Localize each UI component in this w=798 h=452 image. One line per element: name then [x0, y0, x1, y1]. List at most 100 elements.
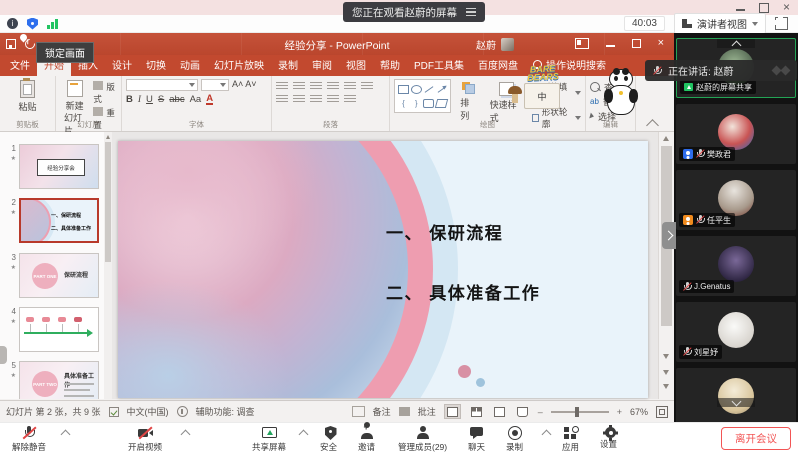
line-shape-icon[interactable]: [425, 86, 434, 93]
strikethrough-button[interactable]: S: [158, 94, 164, 105]
slide-2-thumbnail-selected[interactable]: 一、保研流程 二、具体准备工作: [19, 198, 99, 243]
font-size-combobox[interactable]: [201, 79, 229, 91]
meeting-security-shield-icon[interactable]: [27, 18, 38, 30]
start-video-button[interactable]: 开启视频: [128, 426, 162, 452]
reading-view-button[interactable]: [492, 405, 507, 418]
accessibility-status[interactable]: 辅助功能: 调查: [196, 405, 255, 418]
zoom-level[interactable]: 67%: [630, 407, 648, 417]
leave-meeting-button[interactable]: 离开会议: [721, 427, 791, 450]
bold-button[interactable]: B: [126, 94, 133, 105]
tab-transitions[interactable]: 切换: [139, 53, 173, 76]
slideshow-view-button[interactable]: [515, 405, 530, 418]
slide-5-thumbnail[interactable]: PART TWO 具体准备工作: [19, 361, 99, 399]
rectangle-shape-icon[interactable]: [398, 85, 409, 94]
participant-tile[interactable]: [676, 368, 796, 422]
clear-format-button[interactable]: abc: [169, 94, 184, 105]
scroll-up-icon[interactable]: [663, 136, 669, 141]
shape-gallery[interactable]: { }: [394, 79, 451, 113]
zoom-slider-knob[interactable]: [575, 407, 579, 417]
video-options-chevron[interactable]: [181, 430, 191, 440]
arrow-shape-icon[interactable]: [437, 86, 446, 93]
thumbnail-row-5[interactable]: 5★ PART TWO 具体准备工作: [4, 361, 99, 399]
scroll-up-icon[interactable]: [106, 135, 110, 139]
font-name-combobox[interactable]: [126, 79, 198, 91]
ppt-maximize-icon[interactable]: [632, 39, 641, 48]
normal-view-button[interactable]: [444, 404, 461, 419]
thumbnail-row-2[interactable]: 2★ 一、保研流程 二、具体准备工作: [4, 198, 99, 243]
parallelogram-shape-icon[interactable]: [435, 99, 448, 108]
rounded-rect-shape-icon[interactable]: [423, 99, 434, 108]
toast-menu-icon[interactable]: [466, 8, 476, 16]
slide-1-thumbnail[interactable]: 经验分享会: [19, 144, 99, 189]
pane-splitter-handle[interactable]: [0, 346, 7, 364]
tab-view[interactable]: 视图: [339, 53, 373, 76]
grow-shrink-font-buttons[interactable]: A˄ A˅: [232, 79, 257, 91]
fit-to-window-icon[interactable]: [656, 406, 668, 418]
align-center-icon[interactable]: [293, 95, 305, 104]
tab-slideshow[interactable]: 幻灯片放映: [207, 53, 271, 76]
underline-button[interactable]: U: [146, 94, 153, 105]
unmute-button[interactable]: 解除静音: [12, 426, 46, 452]
slide-sorter-view-button[interactable]: [469, 405, 484, 418]
align-right-icon[interactable]: [310, 95, 322, 104]
participant-tile[interactable]: J.Genatus: [676, 236, 796, 296]
invite-button[interactable]: 邀请: [358, 426, 375, 452]
ppt-close-icon[interactable]: ×: [658, 37, 664, 49]
arrange-button[interactable]: 排列: [456, 79, 480, 123]
scroll-down-icon[interactable]: [663, 354, 669, 359]
zoom-slider[interactable]: [551, 411, 609, 413]
minimize-icon[interactable]: [736, 9, 745, 11]
tab-baidu-netdisk[interactable]: 百度网盘: [471, 53, 525, 76]
record-button[interactable]: 录制: [506, 426, 523, 452]
tab-help[interactable]: 帮助: [373, 53, 407, 76]
ribbon-display-options-icon[interactable]: [575, 38, 589, 49]
bullets-icon[interactable]: [276, 82, 288, 91]
layout-button[interactable]: 版式: [93, 81, 117, 105]
paste-button[interactable]: 粘贴: [4, 79, 51, 114]
slide-4-thumbnail[interactable]: [19, 307, 99, 352]
fullscreen-icon[interactable]: [775, 17, 788, 30]
previous-slide-icon[interactable]: [663, 370, 669, 375]
share-screen-button[interactable]: 共享屏幕: [252, 426, 286, 452]
ellipse-shape-icon[interactable]: [411, 85, 422, 94]
participant-tile[interactable]: 刘星妤: [676, 302, 796, 362]
share-options-chevron[interactable]: [299, 430, 309, 440]
view-mode-button[interactable]: 演讲者视图: [674, 13, 766, 34]
scroll-up-videos[interactable]: [717, 39, 755, 48]
font-color-button[interactable]: A: [206, 94, 213, 105]
zoom-out-button[interactable]: –: [538, 407, 543, 417]
current-slide[interactable]: 一、 保研流程 二、 具体准备工作: [118, 141, 648, 398]
tab-animations[interactable]: 动画: [173, 53, 207, 76]
participant-tile[interactable]: 任平生: [676, 170, 796, 230]
align-left-icon[interactable]: [276, 95, 288, 104]
manage-members-button[interactable]: 管理成员(29): [398, 426, 447, 452]
tab-file[interactable]: 文件: [3, 53, 37, 76]
italic-button[interactable]: I: [138, 95, 141, 105]
brace-left-shape-icon[interactable]: {: [402, 99, 405, 108]
tab-review[interactable]: 审阅: [305, 53, 339, 76]
language-indicator[interactable]: 中文(中国): [127, 405, 169, 418]
maximize-icon[interactable]: [759, 3, 769, 13]
ppt-minimize-icon[interactable]: [606, 45, 615, 46]
record-options-chevron[interactable]: [542, 430, 552, 440]
security-button[interactable]: 安全: [320, 426, 337, 452]
tab-pdf-tools[interactable]: PDF工具集: [407, 53, 471, 76]
canvas-scrollbar[interactable]: [658, 132, 674, 399]
settings-button[interactable]: 设置: [600, 426, 617, 450]
next-slide-icon[interactable]: [663, 384, 669, 389]
close-icon[interactable]: ×: [783, 2, 790, 13]
line-spacing-icon[interactable]: [344, 82, 356, 91]
apps-button[interactable]: 应用: [562, 426, 579, 452]
zoom-in-button[interactable]: +: [617, 407, 622, 417]
participant-tile[interactable]: 樊政君: [676, 104, 796, 164]
change-case-button[interactable]: Aa: [190, 94, 202, 105]
columns-icon[interactable]: [344, 95, 356, 104]
scrollbar-thumb[interactable]: [105, 142, 111, 262]
collapse-sidebar-handle[interactable]: [662, 222, 676, 249]
meeting-info-icon[interactable]: i: [7, 18, 18, 29]
comments-button[interactable]: 批注: [418, 405, 436, 418]
indent-decrease-icon[interactable]: [310, 82, 322, 91]
numbering-icon[interactable]: [293, 82, 305, 91]
scroll-down-videos[interactable]: [717, 398, 755, 407]
mic-options-chevron[interactable]: [61, 430, 71, 440]
